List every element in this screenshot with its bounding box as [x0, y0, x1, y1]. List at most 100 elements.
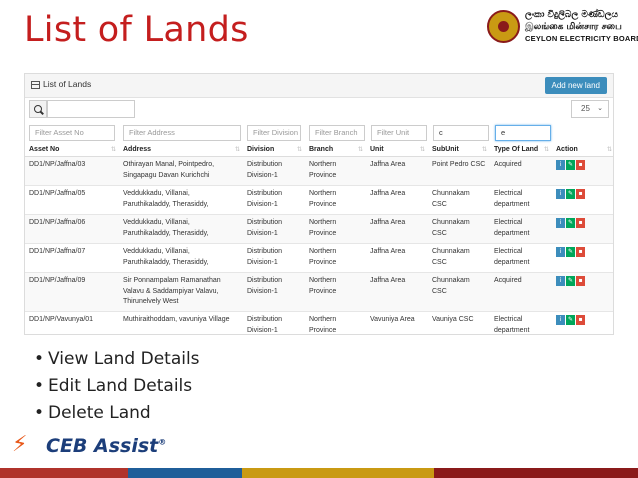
col-type-of-land[interactable]: Type Of Land ⇅ — [490, 142, 552, 157]
cell-actions: i ✎ ▪ — [552, 185, 613, 215]
edit-icon[interactable]: ✎ — [566, 189, 575, 199]
cell-type: Acquired — [490, 156, 552, 186]
col-action: Action ⇅ — [552, 142, 613, 157]
edit-icon[interactable]: ✎ — [566, 160, 575, 170]
cell-address: Muthiraithoddam, vavuniya Village — [119, 311, 243, 334]
cell-subunit: Vauniya CSC — [428, 311, 490, 334]
cell-subunit: Chunnakam CSC — [428, 185, 490, 215]
cell-type: Acquired — [490, 272, 552, 312]
delete-icon[interactable]: ▪ — [576, 276, 585, 286]
view-icon[interactable]: i — [556, 315, 565, 325]
cell-address: Sir Ponnampalam Ramanathan Valavu & Sadd… — [119, 272, 243, 312]
logo-tamil-text: இலங்கை மின்சார சபை — [525, 22, 622, 32]
ceb-logo: ලංකා විදුලිබල මණ්ඩලය இலங்கை மின்சார சபை … — [487, 10, 638, 46]
cell-division: Distribution Division-1 — [243, 272, 305, 312]
footer-color-bar — [0, 468, 638, 478]
cell-asset: DD1/NP/Vavunya/01 — [25, 311, 119, 334]
cell-actions: i ✎ ▪ — [552, 214, 613, 244]
bullet-item: • View Land Details — [34, 349, 200, 369]
bullet-item: • Edit Land Details — [34, 376, 193, 396]
cell-actions: i ✎ ▪ — [552, 243, 613, 273]
cell-unit: Jaffna Area — [366, 272, 428, 312]
panel-header: List of Lands Add new land — [25, 74, 613, 98]
cell-type: Electrical department — [490, 185, 552, 215]
cell-unit: Vavuniya Area — [366, 311, 428, 334]
logo-sinhala-text: ලංකා විදුලිබල මණ්ඩලය — [525, 10, 618, 20]
table-row: DD1/NP/Jaffna/05 Veddukkadu, Villanai, P… — [25, 185, 613, 215]
view-icon[interactable]: i — [556, 189, 565, 199]
ceb-emblem-icon — [487, 10, 520, 43]
search-input[interactable] — [47, 100, 135, 118]
edit-icon[interactable]: ✎ — [566, 276, 575, 286]
delete-icon[interactable]: ▪ — [576, 218, 585, 228]
cell-actions: i ✎ ▪ — [552, 156, 613, 186]
search-row: 25 ⌄ — [25, 100, 613, 120]
cell-branch: Northern Province — [305, 272, 366, 312]
cell-unit: Jaffna Area — [366, 185, 428, 215]
filter-division[interactable]: Filter Division — [247, 125, 301, 141]
col-subunit[interactable]: SubUnit ⇅ — [428, 142, 490, 157]
delete-icon[interactable]: ▪ — [576, 160, 585, 170]
edit-icon[interactable]: ✎ — [566, 315, 575, 325]
cell-division: Distribution Division-1 — [243, 243, 305, 273]
logo-english-text: CEYLON ELECTRICITY BOARD — [525, 34, 638, 43]
cell-branch: Northern Province — [305, 214, 366, 244]
add-new-land-button[interactable]: Add new land — [544, 77, 607, 94]
cell-asset: DD1/NP/Jaffna/09 — [25, 272, 119, 312]
lands-panel: List of Lands Add new land 25 ⌄ Filter A… — [24, 73, 614, 335]
filter-subunit[interactable]: c — [433, 125, 489, 141]
filter-branch[interactable]: Filter Branch — [309, 125, 365, 141]
view-icon[interactable]: i — [556, 247, 565, 257]
edit-icon[interactable]: ✎ — [566, 247, 575, 257]
cell-division: Distribution Division-1 — [243, 214, 305, 244]
cell-address: Veddukkadu, Villanai, Paruthikaladdy, Th… — [119, 243, 243, 273]
cell-division: Distribution Division-1 — [243, 311, 305, 334]
filter-asset-no[interactable]: Filter Asset No — [29, 125, 115, 141]
table-row: DD1/NP/Jaffna/07 Veddukkadu, Villanai, P… — [25, 243, 613, 273]
filter-unit[interactable]: Filter Unit — [371, 125, 427, 141]
bullet-item: • Delete Land — [34, 403, 151, 423]
col-asset-no[interactable]: Asset No ⇅ — [25, 142, 119, 157]
cell-branch: Northern Province — [305, 185, 366, 215]
cell-division: Distribution Division-1 — [243, 185, 305, 215]
cell-address: Veddukkadu, Villanai, Paruthikaladdy, Th… — [119, 214, 243, 244]
panel-title: List of Lands — [43, 79, 92, 89]
cell-unit: Jaffna Area — [366, 214, 428, 244]
delete-icon[interactable]: ▪ — [576, 189, 585, 199]
delete-icon[interactable]: ▪ — [576, 247, 585, 257]
cell-branch: Northern Province — [305, 243, 366, 273]
col-division[interactable]: Division ⇅ — [243, 142, 305, 157]
table-row: DD1/NP/Jaffna/03 Othirayan Manal, Pointp… — [25, 156, 613, 186]
cell-subunit: Chunnakam CSC — [428, 214, 490, 244]
cell-asset: DD1/NP/Jaffna/05 — [25, 185, 119, 215]
delete-icon[interactable]: ▪ — [576, 315, 585, 325]
cell-division: Distribution Division-1 — [243, 156, 305, 186]
table-row: DD1/NP/Jaffna/06 Veddukkadu, Villanai, P… — [25, 214, 613, 244]
col-unit[interactable]: Unit ⇅ — [366, 142, 428, 157]
view-icon[interactable]: i — [556, 276, 565, 286]
cell-unit: Jaffna Area — [366, 243, 428, 273]
table-row: DD1/NP/Jaffna/09 Sir Ponnampalam Ramanat… — [25, 272, 613, 312]
view-icon[interactable]: i — [556, 218, 565, 228]
search-icon[interactable] — [29, 100, 47, 118]
cell-asset: DD1/NP/Jaffna/06 — [25, 214, 119, 244]
cell-subunit: Chunnakam CSC — [428, 272, 490, 312]
cell-asset: DD1/NP/Jaffna/07 — [25, 243, 119, 273]
view-icon[interactable]: i — [556, 160, 565, 170]
edit-icon[interactable]: ✎ — [566, 218, 575, 228]
cell-address: Othirayan Manal, Pointpedro, Singapagu D… — [119, 156, 243, 186]
page-size-value: 25 — [581, 104, 590, 113]
filter-type-of-land[interactable]: e — [495, 125, 551, 141]
cell-type: Electrical department — [490, 214, 552, 244]
col-address[interactable]: Address ⇅ — [119, 142, 243, 157]
page-size-select[interactable]: 25 ⌄ — [571, 100, 609, 118]
lightning-logo-icon: ⚡ — [12, 432, 28, 457]
cell-branch: Northern Province — [305, 311, 366, 334]
cell-actions: i ✎ ▪ — [552, 311, 613, 334]
lands-table: Asset No ⇅ Address ⇅ Division ⇅ Branch ⇅ Uni… — [25, 142, 613, 334]
chevron-down-icon: ⌄ — [597, 105, 603, 112]
brand-name: CEB Assist® — [46, 435, 167, 457]
col-branch[interactable]: Branch ⇅ — [305, 142, 366, 157]
cell-unit: Jaffna Area — [366, 156, 428, 186]
filter-address[interactable]: Filter Address — [123, 125, 241, 141]
